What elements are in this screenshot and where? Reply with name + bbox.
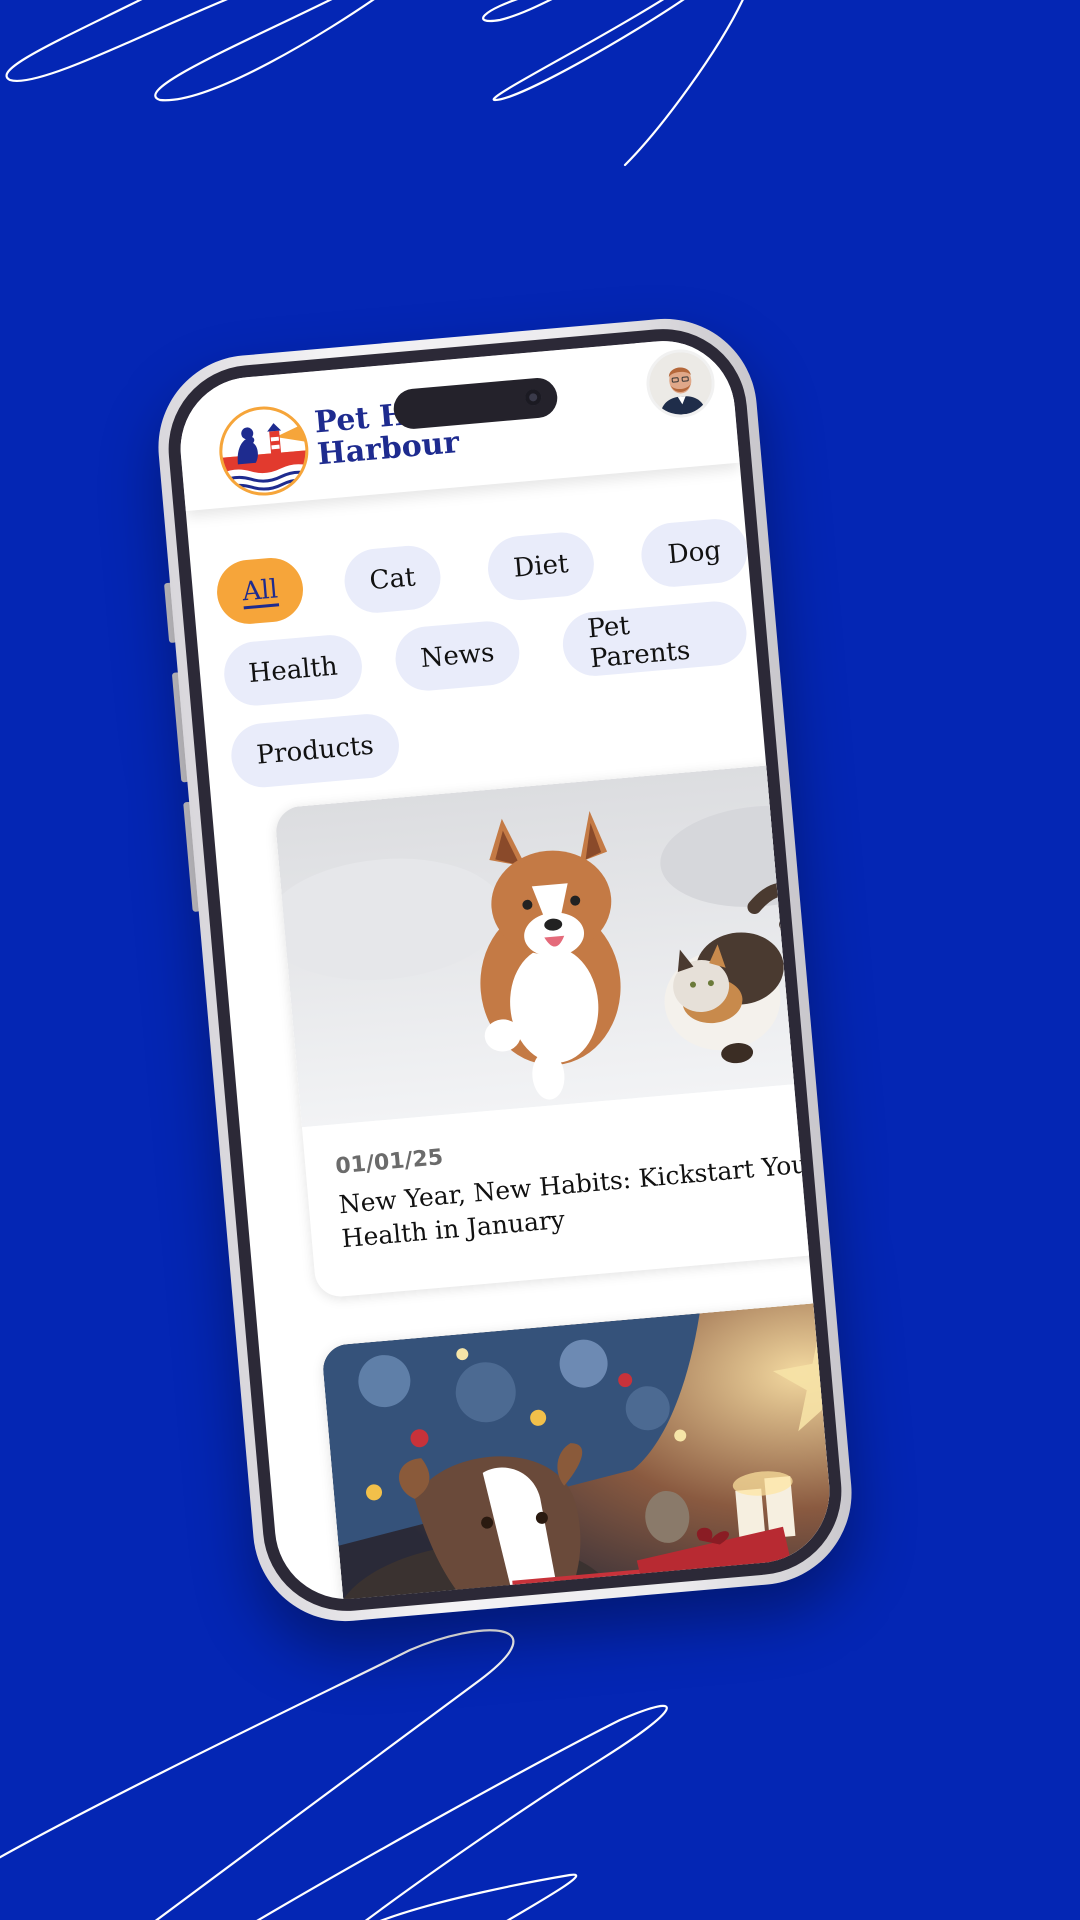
chip-dog[interactable]: Dog (638, 516, 750, 590)
category-filter-chips: All Cat Diet Dog Health News Pet Parents… (188, 485, 765, 792)
phone-mockup: Pet Health Harbour All Cat Diet (150, 311, 860, 1629)
user-portrait-icon (646, 349, 715, 418)
article-date: 01/01/25 (334, 1145, 445, 1180)
chip-diet[interactable]: Diet (485, 529, 597, 603)
chip-news[interactable]: News (392, 618, 523, 694)
phone-screen: Pet Health Harbour All Cat Diet (174, 335, 836, 1605)
article-card[interactable]: 01/01/25 New Year, New Habits: Kickstart… (274, 759, 836, 1299)
chip-health[interactable]: Health (221, 632, 365, 709)
front-camera (524, 388, 542, 407)
chip-all[interactable]: All (214, 555, 306, 627)
chip-products[interactable]: Products (228, 711, 402, 790)
article-image-corgi-and-cat (274, 759, 836, 1128)
article-image-dog-christmas (321, 1297, 836, 1605)
article-card[interactable] (321, 1297, 836, 1605)
chip-pet-parents[interactable]: Pet Parents (560, 598, 750, 679)
lighthouse-logo-icon[interactable] (215, 402, 313, 500)
user-avatar[interactable] (643, 346, 718, 421)
chip-cat[interactable]: Cat (341, 543, 444, 616)
